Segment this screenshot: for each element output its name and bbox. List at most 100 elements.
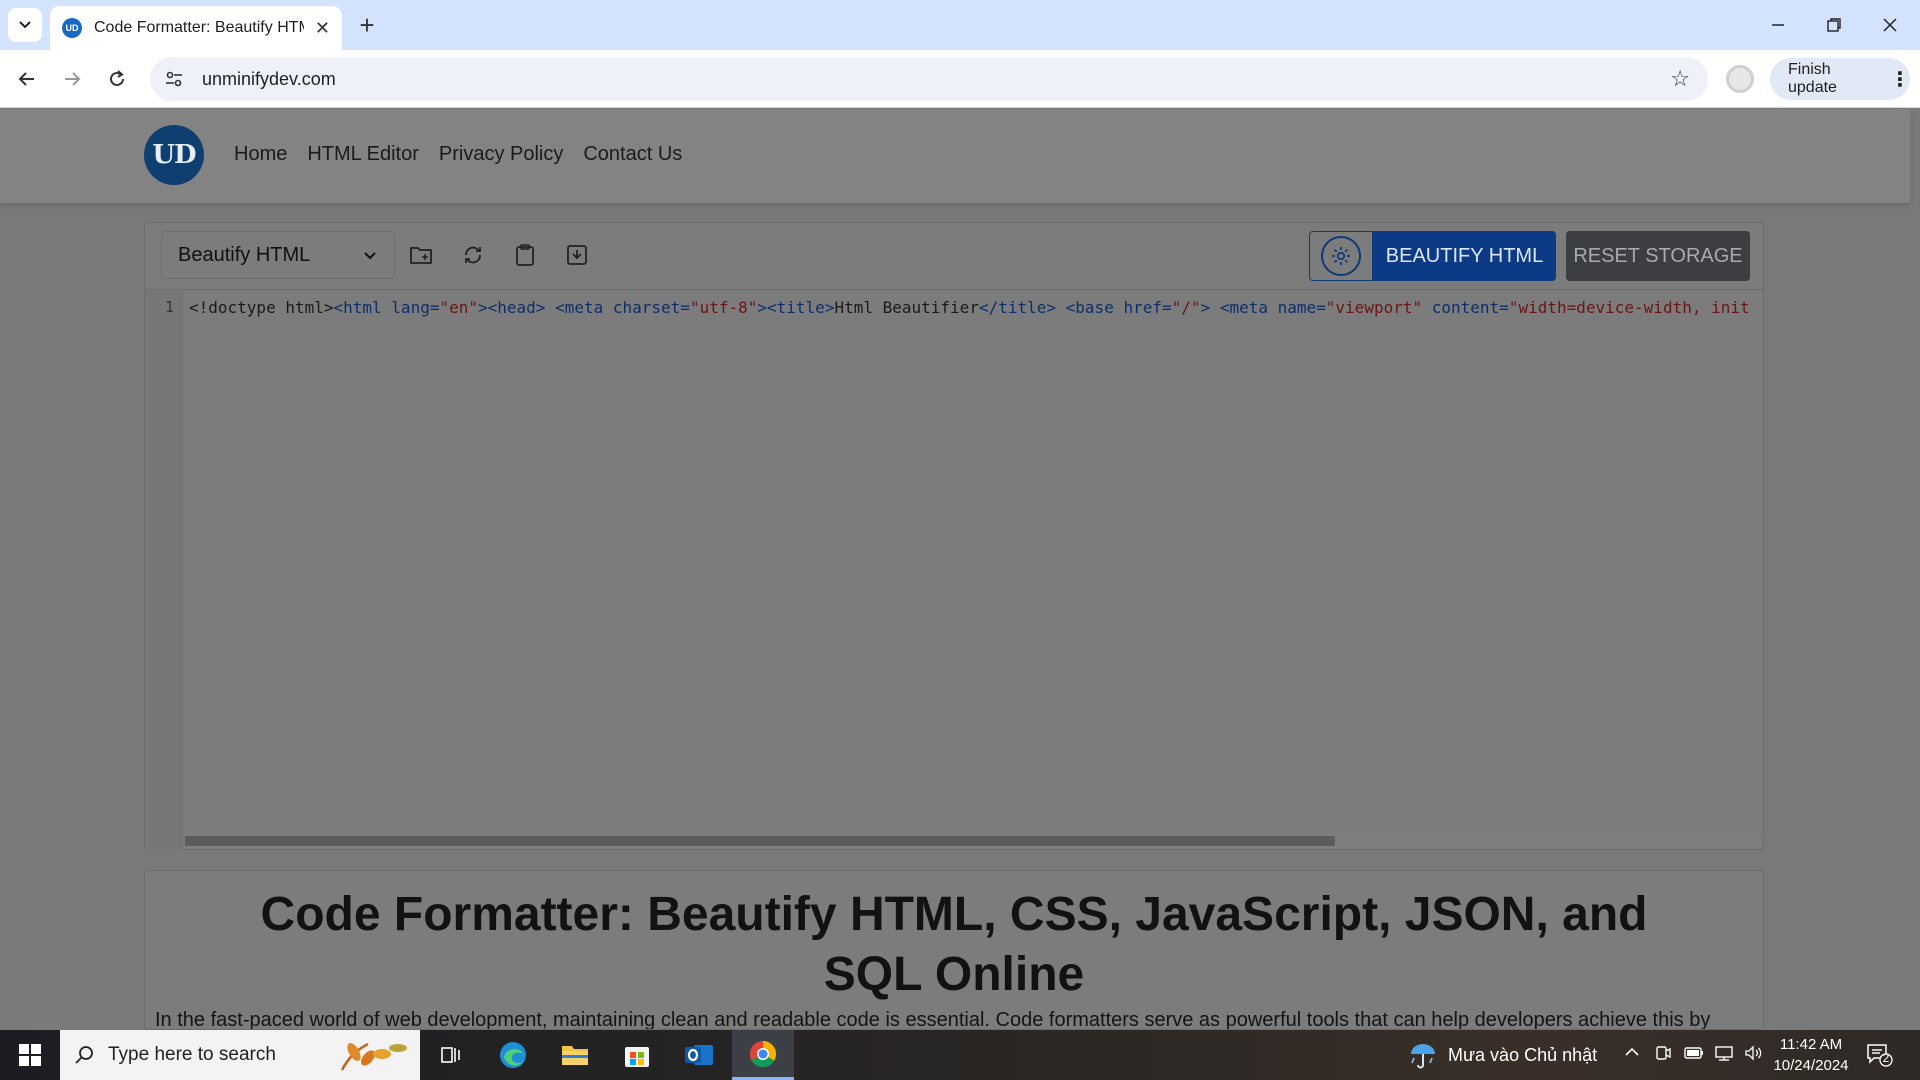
nav-privacy-policy[interactable]: Privacy Policy	[439, 143, 563, 166]
settings-icon-frame	[1321, 236, 1361, 276]
finish-update-button[interactable]: Finish update ⋮	[1770, 58, 1910, 100]
outlook-icon	[685, 1045, 713, 1065]
chevron-down-icon	[19, 21, 31, 29]
download-icon	[567, 245, 587, 265]
meet-now-camera-icon[interactable]	[1654, 1044, 1672, 1067]
arrow-left-icon	[18, 72, 34, 86]
taskbar-file-explorer[interactable]	[544, 1030, 606, 1080]
new-tab-button[interactable]: +	[352, 10, 382, 40]
search-icon	[75, 1046, 93, 1064]
profile-avatar[interactable]	[1726, 65, 1754, 93]
refresh-button[interactable]	[459, 241, 487, 269]
nav-contact-us[interactable]: Contact Us	[583, 143, 682, 166]
address-bar[interactable]: unminifydev.com ☆	[150, 57, 1708, 101]
code-token: "utf-8"	[689, 298, 758, 317]
article-heading: Code Formatter: Beautify HTML, CSS, Java…	[260, 888, 1648, 1001]
code-token: <base	[1065, 298, 1124, 317]
nav-html-editor[interactable]: HTML Editor	[307, 143, 419, 166]
task-view-button[interactable]	[420, 1030, 482, 1080]
scrollbar-thumb[interactable]	[185, 836, 1336, 846]
browser-tab-active[interactable]: UD Code Formatter: Beautify HTML ✕	[50, 6, 342, 50]
search-highlight-leaves-icon	[340, 1042, 407, 1071]
site-favicon-icon: UD	[62, 18, 82, 38]
close-window-button[interactable]	[1862, 0, 1918, 50]
site-settings-icon[interactable]	[164, 69, 184, 89]
bookmark-star-icon[interactable]: ☆	[1670, 66, 1690, 92]
code-editor[interactable]: 1 <!doctype html><html lang="en"><head> …	[145, 289, 1763, 850]
minimize-window-button[interactable]	[1750, 0, 1806, 50]
code-line[interactable]: <!doctype html><html lang="en"><head> <m…	[189, 298, 1757, 320]
code-token: <title>	[767, 298, 835, 317]
taskbar-search[interactable]: Type here to search	[60, 1030, 420, 1080]
weather-widget[interactable]: Mưa vào Chủ nhật	[1408, 1030, 1597, 1080]
folder-icon	[562, 1046, 588, 1065]
close-tab-icon[interactable]: ✕	[315, 18, 330, 39]
notification-count: 2	[1882, 1051, 1890, 1065]
show-hidden-icons-chevron-icon[interactable]	[1624, 1044, 1640, 1065]
mode-select[interactable]: Beautify HTML	[161, 231, 395, 279]
article-section: Code Formatter: Beautify HTML, CSS, Java…	[144, 870, 1764, 1030]
code-token: <meta	[555, 298, 613, 317]
code-token: >	[478, 298, 488, 317]
reset-storage-button[interactable]: RESET STORAGE	[1566, 231, 1750, 281]
start-button[interactable]	[0, 1030, 60, 1080]
sync-icon	[465, 246, 481, 264]
code-token: content=	[1422, 298, 1509, 317]
taskbar-chrome[interactable]	[732, 1030, 794, 1080]
windows-taskbar: Type here to search Mưa vào Chủ nhật 11:…	[0, 1030, 1920, 1080]
code-token: lang=	[391, 298, 440, 317]
gear-icon	[1332, 247, 1350, 265]
arrow-right-icon	[65, 72, 81, 86]
url-text[interactable]: unminifydev.com	[202, 69, 336, 90]
code-token: name=	[1277, 298, 1326, 317]
network-icon[interactable]	[1714, 1044, 1734, 1067]
code-token: <html	[333, 298, 392, 317]
editor-card: Beautify HTML BEAUTIFY HTML RESET STORAG…	[144, 222, 1764, 850]
settings-button[interactable]	[1309, 231, 1373, 281]
volume-icon[interactable]	[1744, 1044, 1764, 1067]
open-file-button[interactable]	[407, 241, 435, 269]
minimize-icon	[1772, 24, 1784, 26]
code-token: >	[757, 298, 768, 317]
code-token: "viewport"	[1325, 298, 1423, 317]
reload-button[interactable]	[101, 63, 133, 95]
browser-tab-strip: UD Code Formatter: Beautify HTML ✕ +	[0, 0, 1920, 50]
code-token: Html Beautifier	[834, 298, 979, 317]
restore-window-button[interactable]	[1806, 0, 1862, 50]
battery-icon[interactable]	[1684, 1044, 1704, 1067]
task-view-icon	[441, 1047, 460, 1063]
system-clock[interactable]: 11:42 AM 10/24/2024	[1768, 1034, 1854, 1076]
mode-select-value: Beautify HTML	[178, 243, 311, 266]
reload-icon	[110, 70, 124, 86]
code-token: "en"	[439, 298, 478, 317]
code-token: charset=	[612, 298, 690, 317]
open-folder-icon	[410, 247, 432, 264]
line-number-gutter: 1	[145, 290, 183, 850]
restore-icon	[1827, 18, 1841, 32]
taskbar-edge[interactable]	[482, 1030, 544, 1080]
search-placeholder: Type here to search	[108, 1044, 276, 1065]
horizontal-scrollbar[interactable]	[185, 834, 1761, 848]
beautify-button[interactable]: BEAUTIFY HTML	[1373, 231, 1556, 281]
back-button[interactable]	[11, 63, 43, 95]
code-token: <!doctype html>	[189, 298, 334, 317]
copy-to-clipboard-button[interactable]	[511, 241, 539, 269]
download-button[interactable]	[563, 241, 591, 269]
site-logo[interactable]: UD	[144, 125, 204, 185]
tab-search-button[interactable]	[8, 8, 42, 42]
forward-button[interactable]	[56, 63, 88, 95]
nav-home[interactable]: Home	[234, 143, 287, 166]
edge-browser-icon	[500, 1042, 526, 1068]
taskbar-outlook[interactable]	[668, 1030, 730, 1080]
article-intro: In the fast-paced world of web developme…	[155, 1009, 1711, 1030]
taskbar-microsoft-store[interactable]	[606, 1030, 668, 1080]
rain-umbrella-icon	[1411, 1044, 1435, 1069]
site-header: UD Home HTML Editor Privacy Policy Conta…	[0, 109, 1910, 203]
notification-center-button[interactable]: 2	[1866, 1042, 1894, 1068]
close-icon	[1883, 18, 1897, 32]
clock-time: 11:42 AM	[1779, 1036, 1843, 1053]
code-token: <meta	[1219, 298, 1278, 317]
windows-logo-icon	[19, 1044, 41, 1066]
